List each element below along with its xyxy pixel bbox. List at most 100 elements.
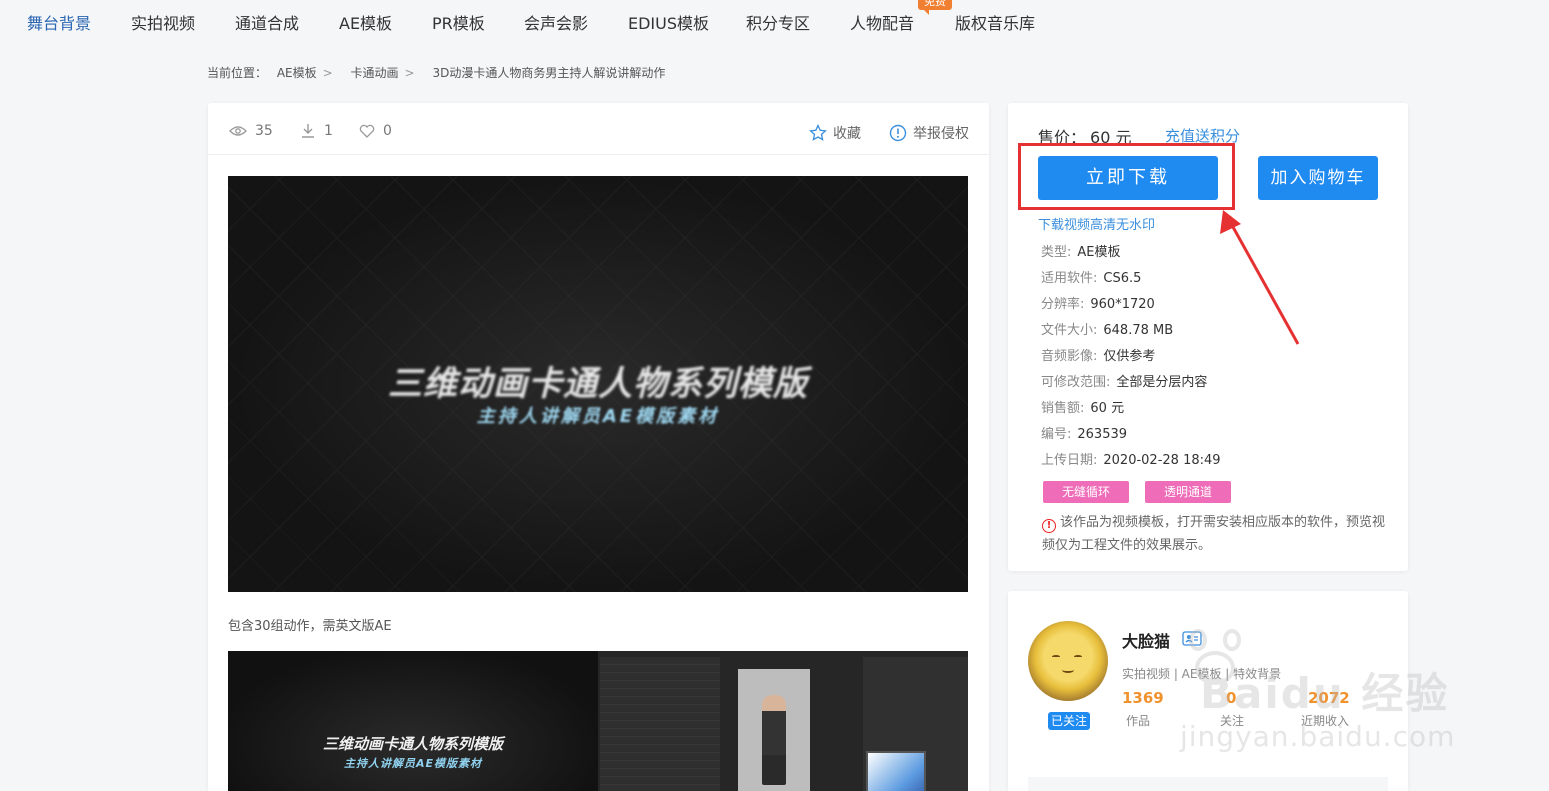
tag-seamless-loop[interactable]: 无缝循环 — [1043, 481, 1130, 503]
author-categories: 实拍视频 | AE模板 | 特效背景 — [1122, 667, 1282, 681]
author-works-strip — [1028, 777, 1388, 791]
works-count: 1369 — [1122, 689, 1164, 707]
heart-icon — [359, 124, 375, 138]
info-file-size: 文件大小: 648.78 MB — [1041, 319, 1173, 338]
nav-item-edius-template[interactable]: EDIUS模板 — [628, 10, 709, 34]
nav-item-music-library[interactable]: 版权音乐库 — [955, 10, 1035, 34]
info-label: 分辨率: — [1041, 297, 1085, 312]
info-editable-scope: 可修改范围: 全部是分层内容 — [1041, 371, 1207, 390]
favorite-label: 收藏 — [833, 126, 861, 142]
preview2-title-panel: 三维动画卡通人物系列模版 主持人讲解员AE模版素材 — [228, 651, 598, 791]
preview-subtitle: 主持人讲解员AE模版素材 — [476, 406, 720, 427]
info-value: 648.78 MB — [1103, 323, 1174, 338]
views-count: 35 — [255, 123, 273, 139]
info-label: 音频影像: — [1041, 349, 1098, 364]
top-nav: 舞台背景 实拍视频 通道合成 AE模板 PR模板 会声会影 EDIUS模板 积分… — [0, 0, 1549, 40]
works-label: 作品 — [1126, 714, 1151, 728]
tag-alpha-channel[interactable]: 透明通道 — [1145, 481, 1232, 503]
info-value: CS6.5 — [1103, 271, 1142, 286]
screenshot-preview: 三维动画卡通人物系列模版 主持人讲解员AE模版素材 — [228, 651, 968, 791]
report-label: 举报侵权 — [913, 126, 969, 142]
cartoon-host-figure — [762, 695, 786, 785]
info-label: 编号: — [1041, 427, 1072, 442]
author-name[interactable]: 大脸猫 — [1122, 628, 1170, 652]
likes-count: 0 — [383, 123, 392, 139]
star-icon — [809, 124, 827, 141]
eye-icon — [229, 126, 247, 136]
info-audio: 音频影像: 仅供参考 — [1041, 345, 1155, 364]
nav-item-channel-compose[interactable]: 通道合成 — [235, 10, 299, 34]
info-label: 文件大小: — [1041, 323, 1098, 338]
download-now-button[interactable]: 立即下载 — [1038, 156, 1218, 200]
info-id: 编号: 263539 — [1041, 423, 1127, 442]
income-label: 近期收入 — [1301, 714, 1350, 728]
info-type: 类型: AE模板 — [1041, 241, 1121, 260]
breadcrumb-item-current: 3D动漫卡通人物商务男主持人解说讲解动作 — [432, 66, 666, 80]
info-value: 全部是分层内容 — [1116, 375, 1208, 390]
avatar[interactable] — [1028, 621, 1108, 701]
info-label: 可修改范围: — [1041, 375, 1111, 390]
income-count: 2072 — [1308, 689, 1350, 707]
following-count: 0 — [1226, 689, 1237, 707]
hd-download-link[interactable]: 下载视频高清无水印 — [1038, 214, 1155, 233]
nav-item-stage-bg[interactable]: 舞台背景 — [27, 10, 91, 34]
info-value: 仅供参考 — [1103, 349, 1156, 364]
info-resolution: 分辨率: 960*1720 — [1041, 293, 1155, 312]
editor-layer-panel — [600, 657, 720, 791]
nav-item-ae-template[interactable]: AE模板 — [339, 10, 392, 34]
nav-item-live-video[interactable]: 实拍视频 — [131, 10, 195, 34]
likes-stat[interactable]: 0 — [359, 123, 392, 139]
info-label: 适用软件: — [1041, 271, 1098, 286]
preview2-title: 三维动画卡通人物系列模版 — [322, 735, 503, 753]
info-value: 2020-02-28 18:49 — [1103, 453, 1221, 468]
main-content-card: 35 1 0 收藏 举报侵权 三维动画卡通人物系列模版 主持人讲解员AE模版素材… — [208, 103, 989, 791]
stats-bar: 35 1 0 收藏 举报侵权 — [208, 103, 989, 155]
downloads-stat: 1 — [300, 123, 333, 139]
followed-button[interactable]: 已关注 — [1048, 712, 1090, 730]
nav-item-voice-over[interactable]: 人物配音 — [850, 10, 914, 34]
purchase-card: 售价： 60 元 充值送积分 立即下载 加入购物车 下载视频高清无水印 类型: AE… — [1008, 103, 1408, 571]
breadcrumb-prefix: 当前位置： — [207, 66, 268, 80]
breadcrumb-item-ae[interactable]: AE模板 — [277, 66, 317, 80]
info-label: 类型: — [1041, 245, 1072, 260]
info-software: 适用软件: CS6.5 — [1041, 267, 1141, 286]
breadcrumb: 当前位置： AE模板 > 卡通动画 > 3D动漫卡通人物商务男主持人解说讲解动作 — [207, 64, 671, 81]
preview-title: 三维动画卡通人物系列模版 — [388, 364, 808, 404]
warning-icon: ! — [1042, 519, 1056, 533]
info-sales: 销售额: 60 元 — [1041, 397, 1124, 416]
info-upload-date: 上传日期: 2020-02-28 18:49 — [1041, 449, 1221, 468]
breadcrumb-sep: > — [322, 66, 333, 80]
info-value: 60 元 — [1090, 401, 1125, 416]
author-card: 已关注 大脸猫 实拍视频 | AE模板 | 特效背景 1369 作品 0 关注 … — [1008, 591, 1408, 791]
download-icon — [302, 124, 314, 138]
editor-screenshot — [598, 651, 968, 791]
views-stat: 35 — [229, 123, 273, 139]
verified-id-icon — [1182, 631, 1202, 646]
following-label: 关注 — [1220, 714, 1245, 728]
notice-text: 该作品为视频模板，打开需安装相应版本的软件，预览视频仅为工程文件的效果展示。 — [1042, 515, 1386, 553]
avatar-eye-left — [1052, 655, 1060, 658]
downloads-count: 1 — [324, 123, 333, 139]
nav-item-corel-video[interactable]: 会声会影 — [524, 10, 588, 34]
favorite-button[interactable]: 收藏 — [809, 123, 861, 143]
info-label: 销售额: — [1041, 401, 1085, 416]
alert-icon — [889, 124, 907, 142]
avatar-mouth — [1062, 667, 1074, 673]
info-value: AE模板 — [1077, 245, 1121, 260]
red-arrow-annotation — [1220, 210, 1300, 345]
video-preview[interactable]: 三维动画卡通人物系列模版 主持人讲解员AE模版素材 — [228, 176, 968, 592]
breadcrumb-sep: > — [404, 66, 415, 80]
add-to-cart-button[interactable]: 加入购物车 — [1258, 156, 1378, 200]
info-value: 263539 — [1077, 427, 1128, 442]
info-value: 960*1720 — [1090, 297, 1155, 312]
template-notice: ! 该作品为视频模板，打开需安装相应版本的软件，预览视频仅为工程文件的效果展示。 — [1042, 511, 1387, 557]
breadcrumb-item-cartoon[interactable]: 卡通动画 — [351, 66, 399, 80]
product-description: 包含30组动作，需英文版AE — [228, 619, 392, 634]
nav-item-pr-template[interactable]: PR模板 — [432, 10, 485, 34]
preview2-subtitle: 主持人讲解员AE模版素材 — [343, 757, 483, 770]
color-picker — [866, 751, 926, 791]
info-label: 上传日期: — [1041, 453, 1098, 468]
free-badge: 免费 — [918, 0, 952, 15]
report-button[interactable]: 举报侵权 — [889, 123, 969, 143]
nav-item-points-zone[interactable]: 积分专区 — [746, 10, 810, 34]
